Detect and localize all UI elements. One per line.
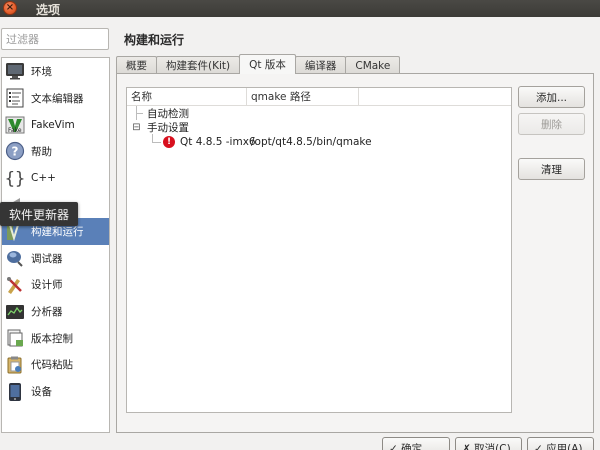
sidebar-item-help[interactable]: ? 帮助 [2,138,109,165]
monitor-icon [5,61,25,81]
remove-button[interactable]: 删除 [518,113,585,135]
sidebar-item-text-editor[interactable]: 文本编辑器 [2,85,109,112]
tree-group-auto-detected[interactable]: 自动检测 [127,106,511,120]
svg-text:?: ? [12,145,19,159]
sidebar-item-cpp[interactable]: {} C++ [2,165,109,192]
ok-button[interactable]: ✓ 确定 [382,437,450,450]
sidebar-item-label: 调试器 [31,252,63,265]
analyzer-icon [5,302,25,322]
tab-bar: 概要 构建套件(Kit) Qt 版本 编译器 CMake [116,54,401,74]
text-editor-icon [5,88,25,108]
sidebar-item-analyzer[interactable]: 分析器 [2,298,109,325]
sidebar-item-label: 构建和运行 [31,225,84,238]
cancel-button[interactable]: ✗ 取消(C) [455,437,522,450]
sidebar-item-code-paste[interactable]: 代码粘贴 [2,352,109,379]
filter-input[interactable] [2,29,108,49]
version-control-icon [5,328,25,348]
qmake-path: /opt/qt4.8.5/bin/qmake [251,136,372,148]
filter-box [1,28,109,50]
group-label: 自动检测 [147,107,189,120]
tree-group-manual[interactable]: ⊟ 手动设置 [127,120,511,134]
group-label: 手动设置 [147,121,189,134]
tooltip: 软件更新器 [0,202,79,226]
close-window-button[interactable]: × [3,1,17,15]
tab-qt-versions[interactable]: Qt 版本 [239,54,296,74]
window-title: 选项 [36,3,61,17]
category-list: 环境 文本编辑器 Fake FakeVim ? 帮助 {} C++ 构建和运行 [1,57,110,433]
sidebar-item-label: 代码粘贴 [31,359,73,372]
title-bar: × 选项 [0,0,600,17]
qt-version-entry[interactable]: ! Qt 4.8.5 -imx6 /opt/qt4.8.5/bin/qmake [163,136,372,148]
qt-versions-tree[interactable]: 名称 qmake 路径 自动检测 ⊟ 手动设置 ! Qt 4.8.5 -imx6… [126,87,512,413]
tab-compilers[interactable]: 编译器 [294,56,347,74]
sidebar-item-label: 文本编辑器 [31,92,84,105]
apply-button[interactable]: ✓ 应用(A) [527,437,594,450]
collapse-toggle-icon[interactable]: ⊟ [132,122,141,133]
tab-kits[interactable]: 构建套件(Kit) [156,56,241,74]
designer-icon [5,275,25,295]
code-paste-icon [5,355,25,375]
sidebar-item-label: 设计师 [31,279,63,292]
sidebar-item-label: C++ [31,172,56,185]
sidebar-item-label: FakeVim [31,118,75,131]
sidebar-item-label: 分析器 [31,306,63,319]
tab-cmake[interactable]: CMake [345,56,401,74]
sidebar-item-label: 帮助 [31,145,52,158]
qt-versions-panel: 名称 qmake 路径 自动检测 ⊟ 手动设置 ! Qt 4.8.5 -imx6… [116,73,594,433]
sidebar-item-environment[interactable]: 环境 [2,58,109,85]
svg-text:{}: {} [5,169,25,188]
fakevim-icon: Fake [5,115,25,135]
column-header-qmake-path[interactable]: qmake 路径 [247,88,359,105]
sidebar-item-version-control[interactable]: 版本控制 [2,325,109,352]
clean-button[interactable]: 清理 [518,158,585,180]
table-row[interactable]: ! Qt 4.8.5 -imx6 /opt/qt4.8.5/bin/qmake [127,134,511,150]
add-button[interactable]: 添加... [518,86,585,108]
column-header-name[interactable]: 名称 [127,88,247,105]
device-icon [5,382,25,402]
sidebar-item-designer[interactable]: 设计师 [2,272,109,299]
sidebar-item-label: 版本控制 [31,332,73,345]
sidebar-item-debugger[interactable]: 调试器 [2,245,109,272]
cpp-braces-icon: {} [5,168,25,188]
error-icon: ! [163,136,175,148]
svg-text:Fake: Fake [8,127,22,134]
page-title: 构建和运行 [124,33,185,47]
sidebar-item-device[interactable]: 设备 [2,378,109,405]
sidebar-item-label: 环境 [31,65,52,78]
tree-header: 名称 qmake 路径 [127,88,511,106]
help-icon: ? [5,141,25,161]
tab-general[interactable]: 概要 [116,56,157,74]
sidebar-item-fakevim[interactable]: Fake FakeVim [2,111,109,138]
sidebar-item-label: 设备 [31,386,52,399]
qt-version-name: Qt 4.8.5 -imx6 [180,136,256,148]
debugger-icon [5,248,25,268]
